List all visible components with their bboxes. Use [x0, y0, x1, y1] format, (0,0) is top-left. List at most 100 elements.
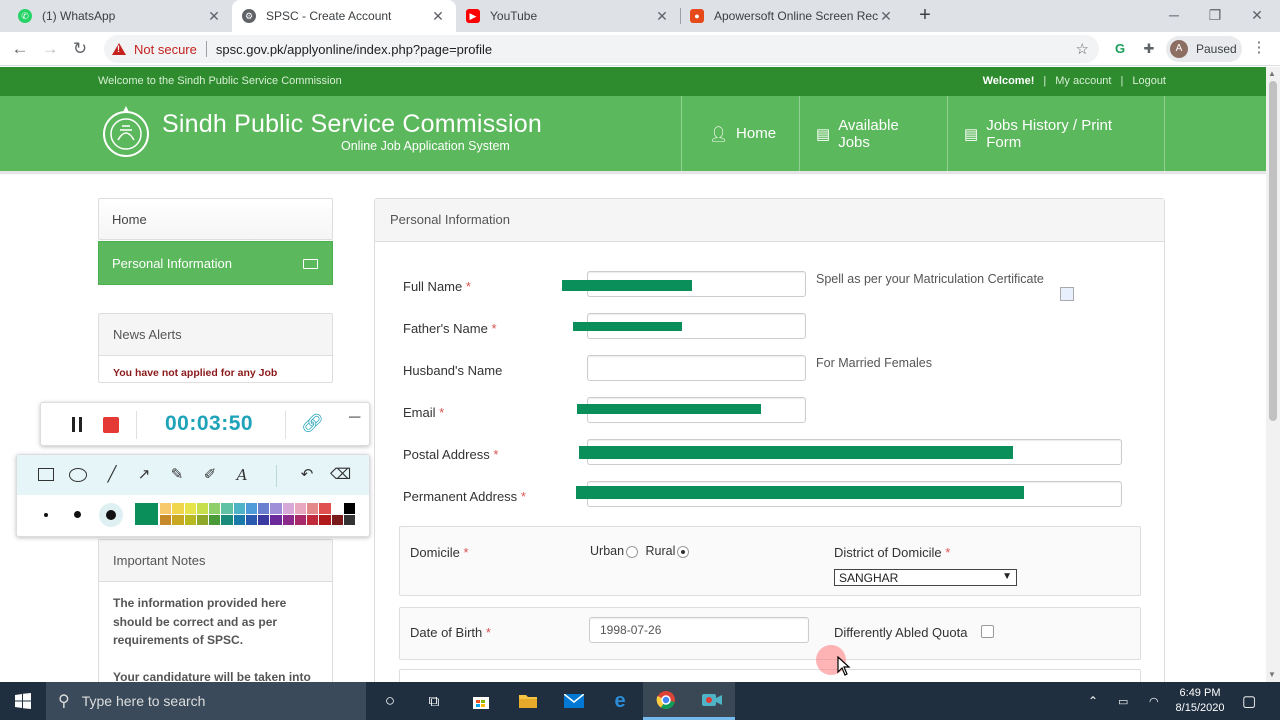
bookmark-star-icon[interactable]: ☆	[1076, 40, 1089, 58]
color-swatch[interactable]	[258, 514, 270, 525]
color-swatch[interactable]	[319, 514, 331, 525]
wifi-icon[interactable]: ◠	[1149, 682, 1159, 720]
edge-icon[interactable]: e	[597, 682, 643, 720]
small-brush-size-icon[interactable]	[44, 513, 48, 517]
back-button[interactable]: ←	[8, 37, 32, 61]
text-tool-icon[interactable]: A	[232, 465, 252, 485]
tab-youtube[interactable]: ▶ YouTube ✕	[456, 0, 680, 32]
color-swatch[interactable]	[343, 503, 355, 514]
color-swatch[interactable]	[209, 514, 221, 525]
color-swatch[interactable]	[245, 503, 257, 514]
tab-whatsapp[interactable]: ✆ (1) WhatsApp ✕	[8, 0, 232, 32]
store-icon[interactable]	[458, 682, 504, 720]
screen-recorder-icon[interactable]	[689, 682, 735, 720]
color-swatch[interactable]	[221, 514, 233, 525]
scrollbar-thumb[interactable]	[1269, 81, 1277, 421]
close-icon[interactable]: ✕	[878, 8, 894, 25]
color-swatch[interactable]	[319, 503, 331, 514]
color-swatch[interactable]	[282, 503, 294, 514]
nav-jobs-history[interactable]: ▤ Jobs History / Print Form	[947, 96, 1165, 171]
color-swatch[interactable]	[184, 514, 196, 525]
district-select[interactable]: SANGHAR ▼	[834, 569, 1017, 586]
scroll-up-icon[interactable]: ▲	[1268, 69, 1276, 78]
scroll-down-icon[interactable]: ▼	[1268, 670, 1276, 679]
differently-abled-checkbox[interactable]	[981, 625, 994, 638]
tray-overflow-icon[interactable]: ⌃	[1088, 682, 1098, 720]
color-swatch[interactable]	[282, 514, 294, 525]
color-swatch[interactable]	[233, 503, 245, 514]
color-swatch[interactable]	[184, 503, 196, 514]
large-brush-size-icon[interactable]	[106, 510, 116, 520]
color-swatch[interactable]	[343, 514, 355, 525]
file-explorer-icon[interactable]	[505, 682, 551, 720]
close-window-button[interactable]: ✕	[1234, 0, 1280, 32]
color-swatch[interactable]	[307, 514, 319, 525]
url-text[interactable]: spsc.gov.pk/applyonline/index.php?page=p…	[216, 42, 492, 57]
menu-kebab-icon[interactable]: ⋮	[1251, 38, 1267, 56]
color-swatch[interactable]	[294, 514, 306, 525]
logout-link[interactable]: Logout	[1132, 75, 1166, 87]
cortana-icon[interactable]: ○	[367, 682, 413, 720]
rectangle-tool-icon[interactable]	[38, 468, 54, 481]
taskbar-clock[interactable]: 6:49 PM 8/15/2020	[1166, 686, 1234, 716]
color-swatch[interactable]	[233, 514, 245, 525]
ellipse-tool-icon[interactable]	[69, 468, 87, 482]
security-label[interactable]: Not secure	[134, 42, 197, 57]
color-swatch[interactable]	[307, 503, 319, 514]
color-swatch[interactable]	[258, 503, 270, 514]
grammarly-extension-icon[interactable]: G	[1110, 39, 1130, 59]
extensions-puzzle-icon[interactable]: ✚	[1139, 39, 1159, 59]
close-icon[interactable]: ✕	[654, 8, 670, 25]
minimize-icon[interactable]: ─	[349, 409, 360, 427]
color-swatch[interactable]	[331, 514, 343, 525]
chrome-icon[interactable]	[643, 682, 689, 720]
color-swatch[interactable]	[196, 503, 208, 514]
taskbar-search-box[interactable]: ⚲ Type here to search	[46, 682, 366, 720]
eraser-icon[interactable]: ⌫	[330, 465, 351, 485]
arrow-tool-icon[interactable]: ↗	[134, 465, 154, 485]
pen-tool-icon[interactable]: ✎	[167, 465, 187, 485]
color-swatch[interactable]	[245, 514, 257, 525]
husband-name-input[interactable]	[587, 355, 806, 381]
color-swatch[interactable]	[196, 514, 208, 525]
minimize-window-button[interactable]: ─	[1151, 0, 1197, 32]
rural-radio[interactable]	[677, 545, 690, 558]
stop-icon[interactable]	[103, 417, 119, 433]
new-tab-button[interactable]: +	[914, 4, 936, 28]
reload-button[interactable]: ↻	[68, 37, 92, 61]
color-swatch[interactable]	[172, 514, 184, 525]
selected-color-swatch[interactable]	[135, 503, 158, 525]
color-swatch[interactable]	[331, 503, 343, 514]
tab-spsc[interactable]: ⚙ SPSC - Create Account ✕	[232, 0, 456, 32]
color-swatch[interactable]	[172, 503, 184, 514]
nav-home[interactable]: 👤︎ Home	[681, 96, 799, 171]
color-swatch[interactable]	[270, 503, 282, 514]
address-bar[interactable]: Not secure spsc.gov.pk/applyonline/index…	[104, 35, 1099, 63]
medium-brush-size-icon[interactable]	[74, 511, 81, 518]
pause-icon[interactable]	[72, 417, 82, 432]
close-icon[interactable]: ✕	[430, 8, 446, 25]
color-swatch[interactable]	[160, 514, 172, 525]
notifications-icon[interactable]: ▢	[1242, 682, 1256, 720]
battery-icon[interactable]: ▭	[1118, 682, 1128, 720]
windows-start-icon[interactable]	[0, 682, 46, 720]
task-view-icon[interactable]: ⧉	[411, 682, 457, 720]
undo-icon[interactable]: ↶	[297, 465, 317, 485]
line-tool-icon[interactable]: ╱	[102, 465, 122, 485]
link-icon[interactable]: 🔗︎	[301, 413, 324, 434]
color-swatch[interactable]	[221, 503, 233, 514]
profile-button[interactable]: A Paused	[1166, 36, 1242, 62]
forward-button[interactable]: →	[38, 37, 62, 61]
my-account-link[interactable]: My account	[1055, 75, 1111, 87]
restore-window-button[interactable]: ❐	[1192, 0, 1238, 32]
nav-available-jobs[interactable]: ▤ Available Jobs	[799, 96, 947, 171]
highlighter-tool-icon[interactable]: ✐	[200, 465, 220, 485]
sidebar-item-personal-information[interactable]: Personal Information	[98, 241, 333, 285]
urban-radio[interactable]	[626, 545, 639, 558]
color-swatch[interactable]	[209, 503, 221, 514]
color-swatch[interactable]	[270, 514, 282, 525]
close-icon[interactable]: ✕	[206, 8, 222, 25]
tab-apowersoft[interactable]: ● Apowersoft Online Screen Recor ✕	[680, 0, 904, 32]
color-swatch[interactable]	[294, 503, 306, 514]
color-swatch[interactable]	[160, 503, 172, 514]
